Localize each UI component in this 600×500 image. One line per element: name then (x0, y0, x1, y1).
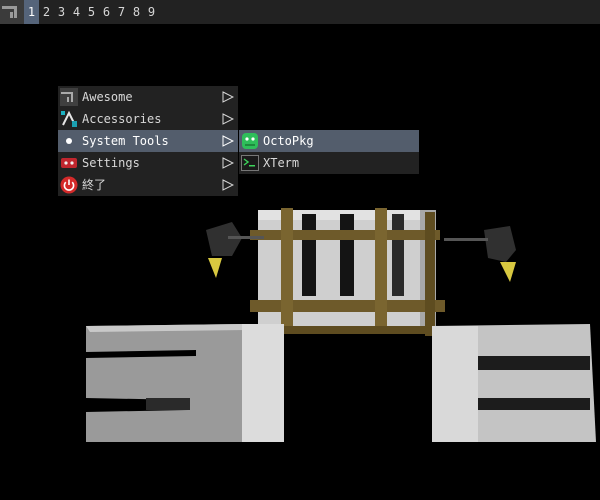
crate-illustration (250, 208, 445, 336)
tag-7[interactable]: 7 (114, 0, 129, 24)
menu-item-octopkg[interactable]: OctoPkg (239, 130, 419, 152)
right-3d-letter (432, 324, 596, 442)
left-3d-letter (86, 324, 284, 442)
menu-item-label: XTerm (263, 156, 300, 170)
dot-icon (66, 138, 72, 144)
menu-item-accessories[interactable]: Accessories (58, 108, 238, 130)
menu-item-label: 終了 (82, 178, 107, 192)
menu-item-label: System Tools (82, 134, 169, 148)
menu-item-system-tools[interactable]: System Tools (58, 130, 238, 152)
tag-2[interactable]: 2 (39, 0, 54, 24)
tag-8[interactable]: 8 (129, 0, 144, 24)
menu-item-awesome[interactable]: Awesome (58, 86, 238, 108)
system-tools-submenu: OctoPkg XTerm (239, 130, 419, 174)
main-menu: Awesome Accessories System Tools Setting (58, 86, 238, 196)
power-icon (60, 176, 78, 194)
terminal-icon (241, 155, 259, 171)
menu-item-quit[interactable]: 終了 (58, 174, 238, 196)
tag-1[interactable]: 1 (24, 0, 39, 24)
right-drone-illustration (444, 226, 516, 282)
settings-icon (61, 158, 77, 168)
tag-6[interactable]: 6 (99, 0, 114, 24)
tag-4[interactable]: 4 (69, 0, 84, 24)
tag-5[interactable]: 5 (84, 0, 99, 24)
top-wibar: 1 2 3 4 5 6 7 8 9 (0, 0, 600, 24)
accessories-icon (61, 110, 77, 127)
menu-item-label: OctoPkg (263, 134, 314, 148)
menu-item-label: Settings (82, 156, 140, 170)
submenu-arrow-icon (222, 135, 234, 147)
tag-9[interactable]: 9 (144, 0, 159, 24)
submenu-arrow-icon (222, 113, 234, 125)
taglist: 1 2 3 4 5 6 7 8 9 (24, 0, 159, 24)
menu-item-settings[interactable]: Settings (58, 152, 238, 174)
octopkg-icon (242, 133, 258, 149)
awesome-logo-icon (60, 88, 78, 106)
submenu-arrow-icon (222, 157, 234, 169)
tag-3[interactable]: 3 (54, 0, 69, 24)
menu-item-xterm[interactable]: XTerm (239, 152, 419, 174)
awesome-logo-icon (0, 0, 24, 24)
submenu-arrow-icon (222, 179, 234, 191)
menu-item-label: Awesome (82, 90, 133, 104)
submenu-arrow-icon (222, 91, 234, 103)
awesome-launcher-button[interactable] (0, 0, 24, 24)
menu-item-label: Accessories (82, 112, 162, 126)
